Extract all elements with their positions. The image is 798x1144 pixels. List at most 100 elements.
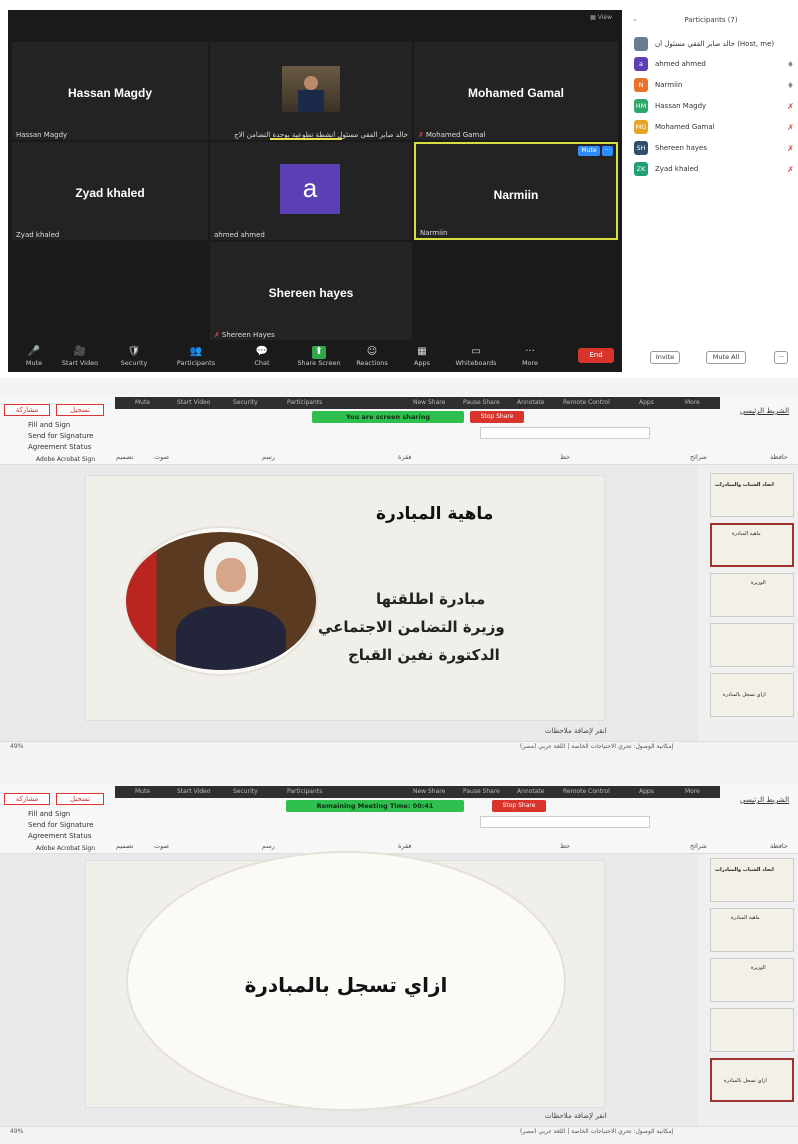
fill-sign-button[interactable]: Fill and Sign [28,421,70,429]
stop-share-button[interactable]: Stop Share [470,411,524,423]
video-tile-zyad[interactable]: Zyad khaled Zyad khaled [12,142,208,240]
share-bar-item[interactable]: Pause Share [463,399,500,406]
participants-more-button[interactable]: ··· [774,351,788,364]
zoom-level[interactable]: 49% [10,743,23,750]
mic-muted-icon[interactable]: ✗ [778,144,794,153]
thumbnail[interactable] [710,623,794,667]
mute-all-button[interactable]: Mute All [706,351,746,364]
mic-icon[interactable]: ♦ [778,81,794,90]
video-tile-mohamed[interactable]: Mohamed Gamal ✗ Mohamed Gamal [414,42,618,140]
tab-home[interactable]: الشريط الرئيسي [740,796,789,804]
agreement-status-button[interactable]: Agreement Status [28,832,91,840]
share-bar-item[interactable]: Participants [287,399,322,406]
current-slide[interactable]: ماهية المبادرة مبادرة اطلقتها وزيرة التض… [85,475,605,721]
record-button[interactable]: تسجيل [56,793,104,805]
start-video-button[interactable]: 🎥 Start Video [54,346,106,367]
speaking-indicator [270,138,342,140]
thumbnail[interactable]: ازاي تسجل بالمبادرة [710,1058,794,1102]
participant-row[interactable]: HM Hassan Magdy ✗ [634,98,794,114]
view-button[interactable]: ▦ View [590,14,612,21]
thumbnail[interactable]: ازاي تسجل بالمبادرة [710,673,794,717]
mic-muted-icon[interactable]: ✗ [778,102,794,111]
slide-thumbnails: اتحاد الشباب والمبادرات ماهية المبادرة ا… [698,465,798,741]
tile-more-button[interactable]: ··· [602,146,613,156]
chat-button[interactable]: 💬 Chat [236,346,288,367]
share-button[interactable]: مشاركة [4,404,50,416]
share-bar-item[interactable]: Pause Share [463,788,500,795]
share-bar-item[interactable]: New Share [413,788,445,795]
send-signature-button[interactable]: Send for Signature [28,432,93,440]
share-bar-item[interactable]: More [685,788,700,795]
group-label: شرائح [690,453,707,461]
share-bar-item[interactable]: Security [233,399,258,406]
share-bar-item[interactable]: Participants [287,788,322,795]
whiteboards-button[interactable]: ▭ Whiteboards [450,346,502,367]
fill-sign-button[interactable]: Fill and Sign [28,810,70,818]
chevron-down-icon[interactable]: ⌄ [632,15,638,23]
apps-button[interactable]: ▦ Apps [396,346,448,367]
mute-button[interactable]: 🎤 Mute [8,346,60,367]
share-bar-item[interactable]: Annotate [517,399,544,406]
thumbnail[interactable]: الوزيرة [710,573,794,617]
share-bar-item[interactable]: Mute [135,788,150,795]
share-button[interactable]: مشاركة [4,793,50,805]
more-button[interactable]: ··· More [504,346,556,367]
font-box[interactable] [480,816,650,828]
current-slide[interactable]: ازاي تسجل بالمبادرة [85,851,605,1111]
share-bar-item[interactable]: Remote Control [563,399,610,406]
video-tile-narmiin[interactable]: Mute ··· Narmiin Narmiin [414,142,618,240]
ribbon: Mute Start Video Security Participants N… [0,784,798,854]
avatar: HM [634,99,648,113]
participant-row[interactable]: MG Mohamed Gamal ✗ [634,119,794,135]
security-button[interactable]: 🛡 Security [108,346,160,367]
participant-row[interactable]: SH Shereen hayes ✗ [634,140,794,156]
font-box[interactable] [480,427,650,439]
tile-mute-button[interactable]: Mute [578,146,600,156]
thumbnail[interactable]: اتحاد الشباب والمبادرات [710,473,794,517]
thumbnail[interactable]: الوزيرة [710,958,794,1002]
share-bar-item[interactable]: Start Video [177,788,210,795]
invite-button[interactable]: Invite [650,351,680,364]
share-bar-item[interactable]: Apps [639,788,654,795]
video-tile-shereen[interactable]: Shereen hayes ✗ Shereen Hayes [210,242,412,340]
end-meeting-button[interactable]: End [578,348,614,363]
avatar: ZK [634,162,648,176]
share-bar-item[interactable]: Annotate [517,788,544,795]
video-tile-ahmed[interactable]: a ahmed ahmed [210,142,412,240]
participant-row[interactable]: N Narmiin ♦ [634,77,794,93]
send-signature-button[interactable]: Send for Signature [28,821,93,829]
video-tile-hassan[interactable]: Hassan Magdy Hassan Magdy [12,42,208,140]
share-bar-item[interactable]: Security [233,788,258,795]
tab-home[interactable]: الشريط الرئيسي [740,407,789,415]
share-bar-item[interactable]: Mute [135,399,150,406]
thumbnail[interactable] [710,1008,794,1052]
share-bar-item[interactable]: New Share [413,399,445,406]
participant-row[interactable]: خالد صابر الفقي مسئول أن (Host, me) [634,36,794,52]
thumbnail[interactable]: ماهية المبادرة [710,908,794,952]
zoom-level[interactable]: 49% [10,1128,23,1135]
thumbnail[interactable]: ماهية المبادرة [710,523,794,567]
mic-muted-icon[interactable]: ✗ [778,165,794,174]
share-bar-item[interactable]: Start Video [177,399,210,406]
share-control-bar: Mute Start Video Security Participants N… [115,397,720,409]
mic-icon[interactable]: ♦ [778,60,794,69]
mic-muted-icon[interactable]: ✗ [778,123,794,132]
host-video-image [282,66,340,112]
share-bar-item[interactable]: Apps [639,399,654,406]
participants-button[interactable]: 👥 Participants [170,346,222,367]
notes-pane[interactable]: انقر لإضافة ملاحظات [545,727,607,735]
participant-row[interactable]: a ahmed ahmed ♦ [634,56,794,72]
thumbnail[interactable]: اتحاد الشباب والمبادرات [710,858,794,902]
share-bar-item[interactable]: Remote Control [563,788,610,795]
reactions-button[interactable]: ☺ Reactions [346,346,398,367]
share-screen-button[interactable]: ⬆ Share Screen [293,346,345,367]
participant-row[interactable]: ZK Zyad khaled ✗ [634,161,794,177]
share-bar-item[interactable]: More [685,399,700,406]
record-button[interactable]: تسجيل [56,404,104,416]
agreement-status-button[interactable]: Agreement Status [28,443,91,451]
video-tile-host[interactable]: خالد صابر الفقي مسئول أنشطة تطوعية بوحدة… [210,42,412,140]
group-label: حافظة [770,453,788,461]
notes-pane[interactable]: انقر لإضافة ملاحظات [545,1112,607,1120]
stop-share-button[interactable]: Stop Share [492,800,546,812]
chat-icon: 💬 [255,346,269,357]
